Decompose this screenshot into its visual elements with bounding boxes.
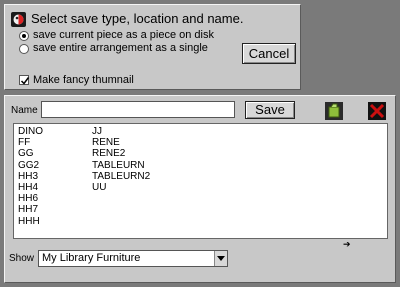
thumbnail-option[interactable]: Make fancy thumnail (19, 74, 134, 86)
list-item[interactable]: DINO (18, 126, 43, 137)
list-item[interactable]: GG (18, 148, 43, 159)
dialog-prompt: Select save type, location and name. (31, 11, 244, 26)
radio-save-piece[interactable] (19, 30, 29, 41)
scroll-right-arrow-icon[interactable]: ➔ (343, 239, 351, 250)
option-save-piece-label: save current piece as a piece on disk (33, 29, 214, 41)
thumbnail-label: Make fancy thumnail (33, 74, 134, 87)
name-input[interactable] (41, 101, 235, 118)
option-save-arrangement[interactable]: save entire arrangement as a single (19, 42, 208, 55)
file-column-1: DINO FF GG GG2 HH3 HH4 HH6 HH7 HHH (18, 126, 43, 227)
show-label: Show (9, 253, 35, 264)
file-list[interactable]: DINO FF GG GG2 HH3 HH4 HH6 HH7 HHH JJ RE… (13, 123, 388, 239)
option-save-piece[interactable]: save current piece as a piece on disk (19, 29, 214, 42)
list-item[interactable]: TABLEURN (92, 160, 150, 171)
list-item[interactable]: HH6 (18, 193, 43, 204)
list-item[interactable]: FF (18, 137, 43, 148)
list-item[interactable]: HH7 (18, 204, 43, 215)
new-folder-icon[interactable] (325, 102, 343, 120)
save-button[interactable]: Save (245, 101, 295, 119)
show-dropdown[interactable]: My Library Furniture (38, 250, 228, 267)
cancel-button[interactable]: Cancel (242, 43, 296, 64)
show-selected-value: My Library Furniture (42, 252, 141, 264)
list-item[interactable]: TABLEURN2 (92, 171, 150, 182)
chevron-down-icon[interactable] (214, 251, 227, 266)
thumbnail-checkbox[interactable] (19, 75, 30, 86)
app-logo-icon (11, 12, 26, 27)
list-item[interactable]: RENE (92, 137, 150, 148)
list-item[interactable]: UU (92, 182, 150, 193)
list-item[interactable]: HHH (18, 216, 43, 227)
file-browser-panel: Name Save DINO FF GG GG2 HH3 HH4 HH6 HH7… (4, 95, 396, 283)
list-item[interactable]: RENE2 (92, 148, 150, 159)
save-options-panel: Select save type, location and name. sav… (4, 4, 301, 90)
list-item[interactable]: HH3 (18, 171, 43, 182)
list-item[interactable]: GG2 (18, 160, 43, 171)
list-item[interactable]: HH4 (18, 182, 43, 193)
option-save-arrangement-label: save entire arrangement as a single (33, 42, 208, 54)
radio-save-arrangement[interactable] (19, 43, 29, 54)
name-label: Name (11, 105, 38, 116)
file-column-2: JJ RENE RENE2 TABLEURN TABLEURN2 UU (92, 126, 150, 193)
list-item[interactable]: JJ (92, 126, 150, 137)
delete-icon[interactable] (368, 102, 386, 120)
